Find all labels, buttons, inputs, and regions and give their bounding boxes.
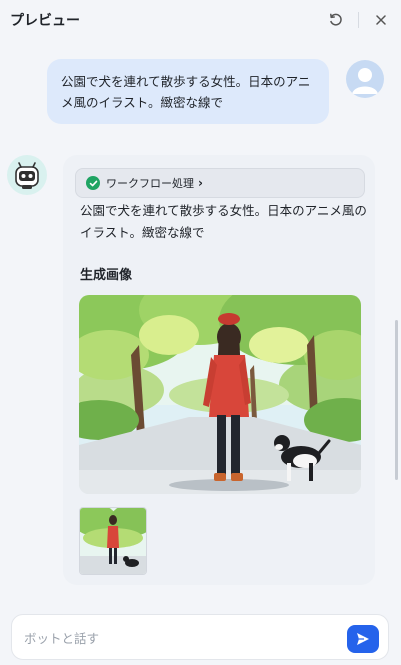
chat-input[interactable]: [24, 627, 334, 649]
header-divider: [358, 12, 359, 28]
close-icon[interactable]: [369, 8, 393, 32]
bot-avatar: [7, 155, 47, 195]
user-avatar: [346, 60, 384, 98]
user-message-text: 公園で犬を連れて散歩する女性。日本のアニメ風のイラスト。緻密な線で: [61, 74, 311, 110]
chevron-right-icon: ›: [198, 176, 203, 190]
bot-message-text: 公園で犬を連れて散歩する女性。日本のアニメ風のイラスト。緻密な線で: [80, 203, 367, 240]
header-actions: [324, 8, 393, 32]
workflow-status-chip[interactable]: ワークフロー処理 ›: [75, 168, 365, 198]
image-thumbnail[interactable]: [79, 507, 147, 575]
send-icon: [357, 633, 369, 645]
user-message-bubble: 公園で犬を連れて散歩する女性。日本のアニメ風のイラスト。緻密な線で: [47, 59, 329, 124]
send-button[interactable]: [347, 625, 379, 653]
generated-image[interactable]: [79, 295, 361, 494]
scrollbar[interactable]: [395, 320, 398, 480]
success-check-icon: [86, 176, 100, 190]
page-title: プレビュー: [10, 13, 80, 29]
generated-image-heading: 生成画像: [80, 268, 133, 283]
workflow-label: ワークフロー処理: [106, 177, 194, 190]
chat-composer: [11, 614, 389, 660]
refresh-icon[interactable]: [324, 8, 348, 32]
